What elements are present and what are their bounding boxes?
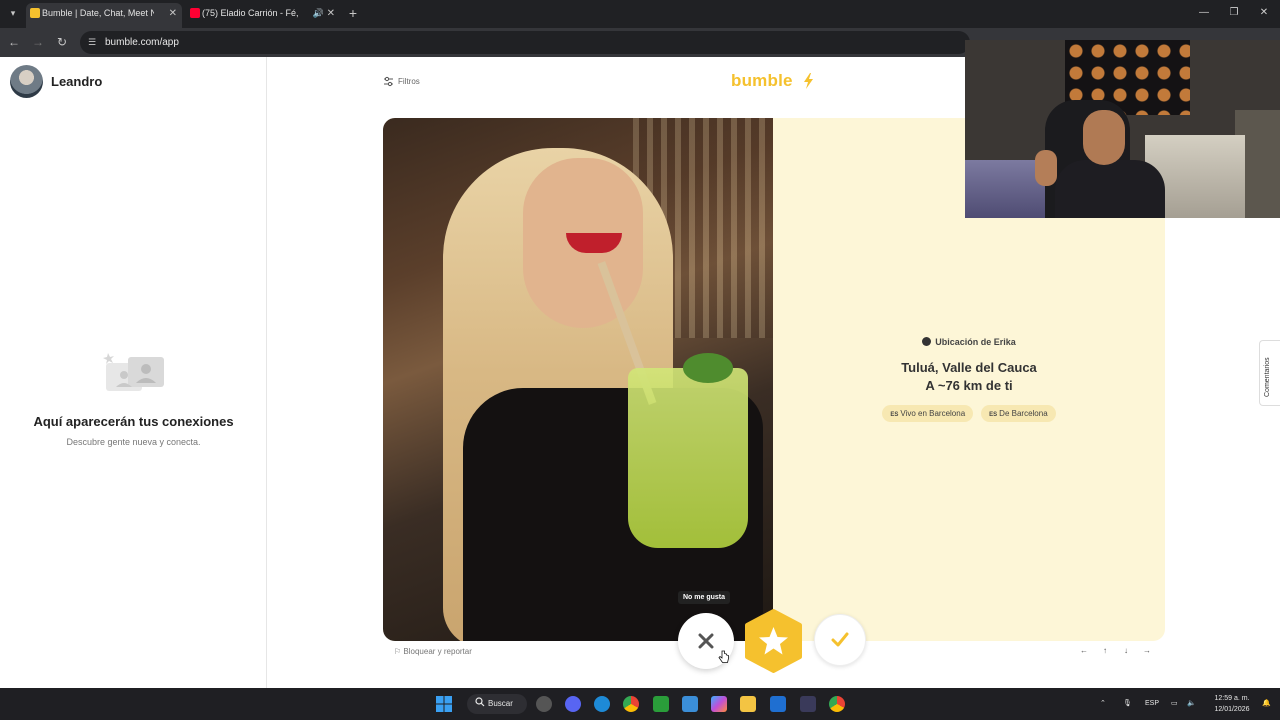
report-label: Bloquear y reportar — [403, 647, 472, 656]
xbox-icon[interactable] — [653, 696, 669, 712]
location-pin-icon — [922, 337, 932, 346]
new-tab-button[interactable]: + — [346, 4, 360, 22]
language-indicator[interactable]: ESP — [1145, 688, 1159, 720]
check-icon — [831, 632, 849, 647]
clock[interactable]: 12:59 a. m. 12/01/2026 — [1207, 693, 1257, 715]
taskbar-search[interactable]: Buscar — [467, 694, 527, 714]
dislike-tooltip: No me gusta — [678, 591, 731, 604]
superswipe-button[interactable] — [742, 609, 805, 673]
bumble-favicon-icon — [30, 8, 40, 18]
arrow-right-icon: → — [1143, 646, 1151, 655]
restore-icon[interactable]: ❐ — [1224, 4, 1244, 22]
tab-title: (75) Eladio Carrión - Fé, Co — [202, 8, 300, 18]
tab-youtube[interactable]: (75) Eladio Carrión - Fé, Co 🔊 ✕ — [186, 3, 340, 28]
search-label: Buscar — [488, 699, 513, 708]
flag-icon: ES — [989, 412, 998, 418]
forward-icon[interactable]: → — [30, 34, 46, 50]
hand-cursor-icon — [718, 650, 729, 663]
widgets-icon[interactable] — [536, 696, 552, 712]
tray-chevron-icon[interactable]: ⌃ — [1100, 688, 1106, 720]
filters-icon — [384, 76, 393, 87]
arrow-left-icon: ← — [1080, 646, 1088, 655]
avatar[interactable] — [10, 65, 43, 98]
chip-lives-in: ES Vivo en Barcelona — [882, 405, 974, 422]
clock-time: 12:59 a. m. — [1214, 695, 1250, 702]
location-distance: A ~76 km de ti — [925, 378, 1013, 393]
location-city: Tuluá, Valle del Cauca — [901, 360, 1037, 375]
store-icon[interactable] — [770, 696, 786, 712]
keyboard-hints: ← ↑ ↓ → — [1078, 646, 1158, 658]
arrow-up-icon: ↑ — [1103, 646, 1107, 655]
arrow-down-icon: ↓ — [1124, 646, 1128, 655]
filters-label: Filtros — [398, 77, 420, 86]
tab-search-icon[interactable]: ▾ — [5, 5, 21, 21]
browser-tabstrip: ▾ Bumble | Date, Chat, Meet New ✕ (75) E… — [0, 0, 1280, 28]
close-tab-icon[interactable]: ✕ — [169, 3, 177, 24]
location-label: Ubicación de Erika — [773, 337, 1165, 347]
speaker-icon[interactable]: 🔊 — [313, 3, 324, 24]
tab-title: Bumble | Date, Chat, Meet New — [42, 8, 154, 18]
app-icon[interactable] — [800, 696, 816, 712]
volume-icon[interactable]: 🔈 — [1187, 688, 1196, 720]
chip-from: ES De Barcelona — [981, 405, 1056, 422]
search-icon — [475, 697, 485, 707]
address-bar[interactable]: ☰ bumble.com/app — [80, 31, 970, 54]
comments-label: Comentarios — [1264, 357, 1271, 397]
bolt-icon — [804, 73, 813, 89]
notifications-icon[interactable]: 🔔 — [1262, 688, 1271, 720]
bumble-logo: bumble — [731, 71, 793, 90]
tab-bumble[interactable]: Bumble | Date, Chat, Meet New ✕ — [26, 3, 182, 28]
minimize-icon[interactable]: — — [1194, 4, 1214, 22]
windows-start-icon[interactable] — [436, 696, 452, 712]
chrome-active-icon[interactable] — [829, 696, 845, 712]
photos-icon[interactable] — [682, 696, 698, 712]
youtube-favicon-icon — [190, 8, 200, 18]
chip-label: De Barcelona — [999, 409, 1048, 418]
copilot-icon[interactable] — [711, 696, 727, 712]
chrome-icon[interactable] — [623, 696, 639, 712]
back-icon[interactable]: ← — [6, 34, 22, 50]
comments-tab[interactable]: Comentarios — [1259, 340, 1280, 406]
file-explorer-icon[interactable] — [740, 696, 756, 712]
empty-connections-icon — [103, 353, 164, 391]
profile-name[interactable]: Leandro — [51, 74, 102, 89]
close-tab-icon[interactable]: ✕ — [327, 3, 335, 24]
empty-subtitle: Descubre gente nueva y conecta. — [66, 437, 201, 447]
site-info-icon[interactable]: ☰ — [88, 37, 99, 48]
block-report-link[interactable]: ⚐ Bloquear y reportar — [394, 647, 472, 656]
webcam-overlay — [965, 40, 1280, 218]
clock-date: 12/01/2026 — [1214, 706, 1250, 713]
edge-icon[interactable] — [594, 696, 610, 712]
network-icon[interactable]: ▭ — [1171, 688, 1178, 720]
url-text: bumble.com/app — [105, 37, 179, 48]
chip-label: Vivo en Barcelona — [900, 409, 966, 418]
microphone-icon[interactable]: 🎙 — [1123, 688, 1132, 720]
connections-sidebar: Leandro Aquí aparecerán tus conexiones D… — [0, 57, 267, 688]
close-window-icon[interactable]: ✕ — [1254, 4, 1274, 22]
discord-icon[interactable] — [565, 696, 581, 712]
profile-photo[interactable] — [383, 118, 773, 641]
close-icon — [698, 633, 714, 649]
info-chips: ES Vivo en Barcelona ES De Barcelona — [773, 405, 1165, 422]
reload-icon[interactable]: ↻ — [54, 34, 70, 50]
empty-title: Aquí aparecerán tus conexiones — [33, 414, 234, 429]
location-label-text: Ubicación de Erika — [935, 337, 1016, 347]
like-button[interactable] — [814, 614, 866, 666]
flag-icon: ES — [890, 412, 899, 418]
windows-taskbar: Buscar ⌃ 🎙 ESP ▭ 🔈 12:59 a. m. 12/01/202… — [0, 688, 1280, 720]
